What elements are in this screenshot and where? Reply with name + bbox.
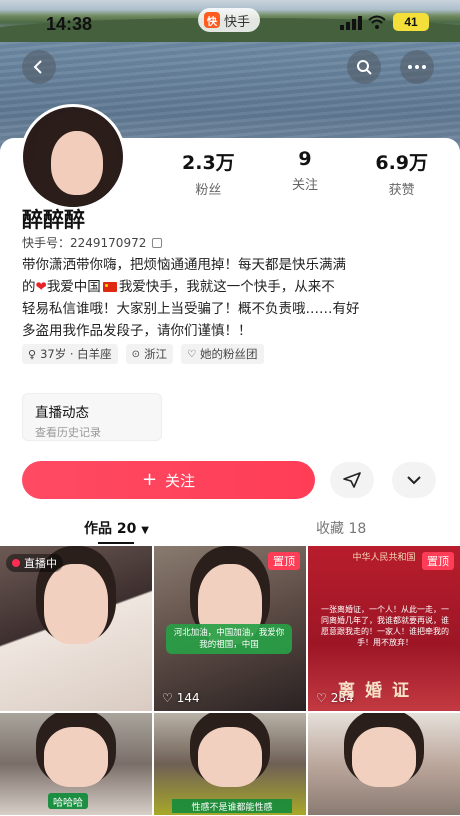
stat-fans-num: 2.3万 [182, 152, 235, 174]
stat-fans[interactable]: 2.3万 粉丝 [160, 148, 257, 198]
battery-indicator: 41 [393, 13, 429, 31]
bio-line: 的❤我爱中国 我爱快手，我就这一个快手，从来不 [22, 276, 442, 298]
live-badge: 直播中 [6, 554, 63, 572]
work-tile[interactable]: 性感不是谁都能性感 [154, 713, 306, 815]
tab-works-label: 作品 20 [84, 521, 137, 537]
wifi-icon [368, 15, 386, 29]
stat-fans-label: 粉丝 [195, 183, 222, 198]
like-count: ♡ 144 [162, 691, 200, 705]
live-history-box[interactable]: 直播动态 查看历史记录 [22, 393, 162, 441]
stat-following-label: 关注 [292, 178, 319, 193]
tag-row: ♀ 37岁 · 白羊座 ⊙ 浙江 ♡ 她的粉丝团 [22, 344, 264, 364]
bio-line: 轻易私信谁哦！大家别上当受骗了！概不负责哦……有好 [22, 301, 360, 317]
send-icon [343, 472, 361, 488]
heart-outline-icon: ♡ [162, 691, 173, 705]
chevron-left-icon [33, 60, 42, 74]
status-time: 14:38 [46, 14, 93, 34]
pinned-badge: 置顶 [422, 552, 454, 570]
content-tabs: 作品 20 ▼ 收藏 18 [0, 512, 460, 544]
certificate-text: 一张离婚证，一个人！从此一走，一同离婚几年了，我谁都就要再说，谁愿意跟我走的！一… [321, 605, 449, 647]
stat-likes-num: 6.9万 [375, 152, 429, 174]
search-button[interactable] [347, 50, 381, 84]
stat-likes[interactable]: 6.9万 获赞 [353, 148, 450, 198]
stat-likes-label: 获赞 [388, 183, 415, 198]
certificate-title: 离婚证 [338, 681, 419, 701]
work-tile[interactable]: 置顶 河北加油，中国加油，我爱你我的祖国，中国 ♡ 144 [154, 546, 306, 711]
work-tile[interactable]: 直播中 [0, 546, 152, 711]
tag-location: ⊙ 浙江 [125, 344, 174, 364]
tab-collect[interactable]: 收藏 18 [316, 518, 366, 538]
bio-text: 的 [22, 279, 36, 295]
tab-works[interactable]: 作品 20 ▼ [84, 518, 149, 538]
thumbnail-person [44, 564, 108, 644]
heart-icon: ❤ [35, 279, 47, 295]
tag-location-text: 浙江 [144, 347, 168, 361]
kuaishou-logo-icon: 快 [204, 12, 220, 28]
signal-icon [340, 16, 362, 30]
follow-label: 关注 [165, 471, 196, 490]
more-dots-icon [408, 65, 426, 69]
bio-line: 带你潇洒带你嗨，把烦恼通通甩掉！每天都是快乐满满 [22, 257, 346, 273]
stat-following-num: 9 [298, 148, 312, 170]
thumbnail-person [198, 727, 262, 787]
stat-following[interactable]: 9 关注 [257, 148, 354, 198]
heart-outline-icon: ♡ [316, 691, 327, 705]
tag-age-text: 37岁 · 白羊座 [40, 347, 112, 361]
work-tile[interactable]: 中华人民共和国 置顶 一张离婚证，一个人！从此一走，一同离婚几年了，我谁都就要再… [308, 546, 460, 711]
nickname: 醉醉醉 [22, 208, 85, 232]
expand-button[interactable] [392, 462, 436, 498]
follow-button[interactable]: + 关注 [22, 461, 315, 499]
video-caption: 性感不是谁都能性感 [172, 799, 292, 813]
caret-down-icon: ▼ [141, 525, 149, 536]
search-icon [357, 60, 372, 75]
app-name: 快手 [224, 14, 251, 30]
bio: 带你潇洒带你嗨，把烦恼通通甩掉！每天都是快乐满满 的❤我爱中国 我爱快手，我就这一… [22, 254, 442, 342]
avatar[interactable] [20, 104, 126, 210]
status-bar: 14:38 快 快手 41 [0, 0, 460, 48]
thumbnail-person [44, 727, 108, 787]
more-button[interactable] [400, 50, 434, 84]
back-button[interactable] [22, 50, 56, 84]
thumbnail-person [352, 727, 416, 787]
tab-indicator [98, 542, 134, 544]
gender-female-icon: ♀ [28, 347, 37, 361]
work-tile[interactable]: 哈哈哈 [0, 713, 152, 815]
work-tile[interactable] [308, 713, 460, 815]
fan-club-icon: ♡ [187, 348, 197, 360]
bio-text: 我爱中国 [46, 279, 101, 295]
works-grid: 直播中 置顶 河北加油，中国加油，我爱你我的祖国，中国 ♡ 144 中华人民共和国… [0, 546, 460, 815]
china-flag-icon [102, 282, 117, 292]
live-history-title: 直播动态 [35, 405, 89, 421]
plus-icon: + [141, 469, 158, 490]
live-badge-text: 直播中 [24, 557, 57, 570]
live-history-subtitle: 查看历史记录 [35, 426, 101, 439]
like-count-text: 144 [176, 691, 200, 705]
pinned-badge: 置顶 [268, 552, 300, 570]
bio-text: 我爱快手，我就这一个快手，从来不 [118, 279, 335, 295]
avatar-face [51, 131, 103, 195]
tag-age: ♀ 37岁 · 白羊座 [22, 344, 118, 364]
share-button[interactable] [330, 462, 374, 498]
bio-line: 多盗用我作品发段子，请你们谨慎！！ [22, 323, 252, 339]
copy-icon[interactable] [152, 237, 163, 248]
tag-fan-club-text: 她的粉丝团 [200, 347, 258, 361]
chevron-down-icon [407, 476, 421, 485]
user-id-text: 快手号：2249170972 [22, 236, 147, 250]
location-pin-icon: ⊙ [131, 348, 141, 360]
stats-row: 2.3万 粉丝 9 关注 6.9万 获赞 [160, 148, 450, 198]
app-pill: 快 快手 [198, 8, 261, 32]
tag-fan-club[interactable]: ♡ 她的粉丝团 [181, 344, 264, 364]
live-dot-icon [12, 559, 20, 567]
video-caption: 哈哈哈 [48, 793, 88, 809]
user-id[interactable]: 快手号：2249170972 [22, 234, 163, 251]
video-caption: 河北加油，中国加油，我爱你我的祖国，中国 [166, 624, 292, 654]
